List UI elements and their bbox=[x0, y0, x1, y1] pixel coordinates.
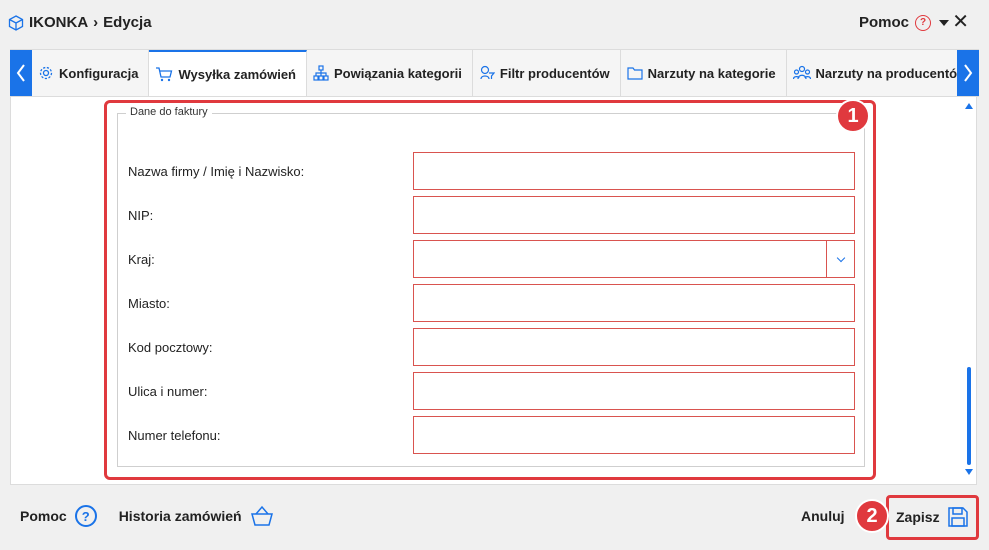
chevron-left-icon bbox=[16, 64, 25, 82]
tab-label: Konfiguracja bbox=[59, 65, 139, 81]
chevron-right-icon bbox=[964, 64, 973, 82]
dropdown-caret-icon[interactable] bbox=[939, 20, 949, 26]
question-icon: ? bbox=[915, 14, 931, 31]
tab-scroll-left-button[interactable] bbox=[10, 50, 32, 96]
order-history-label: Historia zamówień bbox=[118, 508, 242, 524]
order-history-button[interactable]: Historia zamówień bbox=[119, 505, 274, 527]
step-badge-1: 1 bbox=[836, 99, 870, 133]
vertical-scrollbar[interactable] bbox=[964, 103, 974, 475]
tab-label: Powiązania kategorii bbox=[334, 65, 462, 81]
gear-icon bbox=[39, 66, 53, 80]
mode-label: Edycja bbox=[103, 14, 152, 31]
filter-icon bbox=[480, 65, 495, 80]
app-name: IKONKA bbox=[29, 14, 89, 31]
floppy-disk-icon bbox=[947, 507, 968, 527]
question-circle-icon: ? bbox=[74, 505, 97, 527]
tabs: Konfiguracja Wysyłka zamówień Powiązania… bbox=[32, 50, 957, 96]
footer-left: Pomoc ? Historia zamówień bbox=[20, 505, 288, 527]
scroll-down-arrow-icon[interactable] bbox=[965, 469, 973, 475]
help-button-label: Pomoc bbox=[20, 508, 67, 524]
save-button[interactable]: Zapisz bbox=[896, 500, 970, 534]
window-title: IKONKA › Edycja bbox=[8, 14, 152, 31]
title-bar: IKONKA › Edycja Pomoc ? ✕ bbox=[0, 0, 989, 48]
tab-scroll-right-button[interactable] bbox=[957, 50, 979, 96]
step-badge-2: 2 bbox=[855, 499, 889, 533]
hierarchy-icon bbox=[313, 65, 329, 81]
breadcrumb-separator: › bbox=[93, 14, 99, 31]
tab-powiazania-kategorii[interactable]: Powiązania kategorii bbox=[307, 50, 473, 96]
tab-wysylka-zamowien[interactable]: Wysyłka zamówień bbox=[149, 50, 308, 96]
tab-label: Wysyłka zamówień bbox=[178, 66, 297, 82]
users-icon bbox=[792, 65, 811, 80]
tab-narzuty-na-kategorie[interactable]: Narzuty na kategorie bbox=[621, 50, 787, 96]
folder-icon bbox=[627, 67, 643, 80]
tab-filtr-producentow[interactable]: Filtr producentów bbox=[473, 50, 621, 96]
tab-label: Narzuty na kategorie bbox=[647, 65, 776, 81]
cart-icon bbox=[156, 67, 173, 82]
tab-narzuty-na-producentow[interactable]: Narzuty na producentów bbox=[787, 50, 957, 96]
cancel-button[interactable]: Anuluj bbox=[801, 508, 845, 524]
scroll-up-arrow-icon[interactable] bbox=[965, 103, 973, 109]
tab-konfiguracja[interactable]: Konfiguracja bbox=[32, 50, 150, 96]
cube-icon bbox=[8, 14, 24, 31]
tab-label: Narzuty na producentów bbox=[815, 65, 957, 81]
save-button-label: Zapisz bbox=[896, 509, 940, 525]
highlight-box-form bbox=[104, 100, 876, 480]
tab-label: Filtr producentów bbox=[499, 65, 610, 81]
tab-bar: Konfiguracja Wysyłka zamówień Powiązania… bbox=[10, 49, 979, 97]
help-label: Pomoc bbox=[858, 14, 909, 31]
close-icon[interactable]: ✕ bbox=[952, 12, 969, 32]
help-button[interactable]: Pomoc ? bbox=[20, 505, 97, 527]
help-link-top[interactable]: Pomoc ? bbox=[859, 14, 931, 31]
scroll-thumb[interactable] bbox=[967, 367, 971, 465]
basket-icon bbox=[250, 505, 273, 526]
